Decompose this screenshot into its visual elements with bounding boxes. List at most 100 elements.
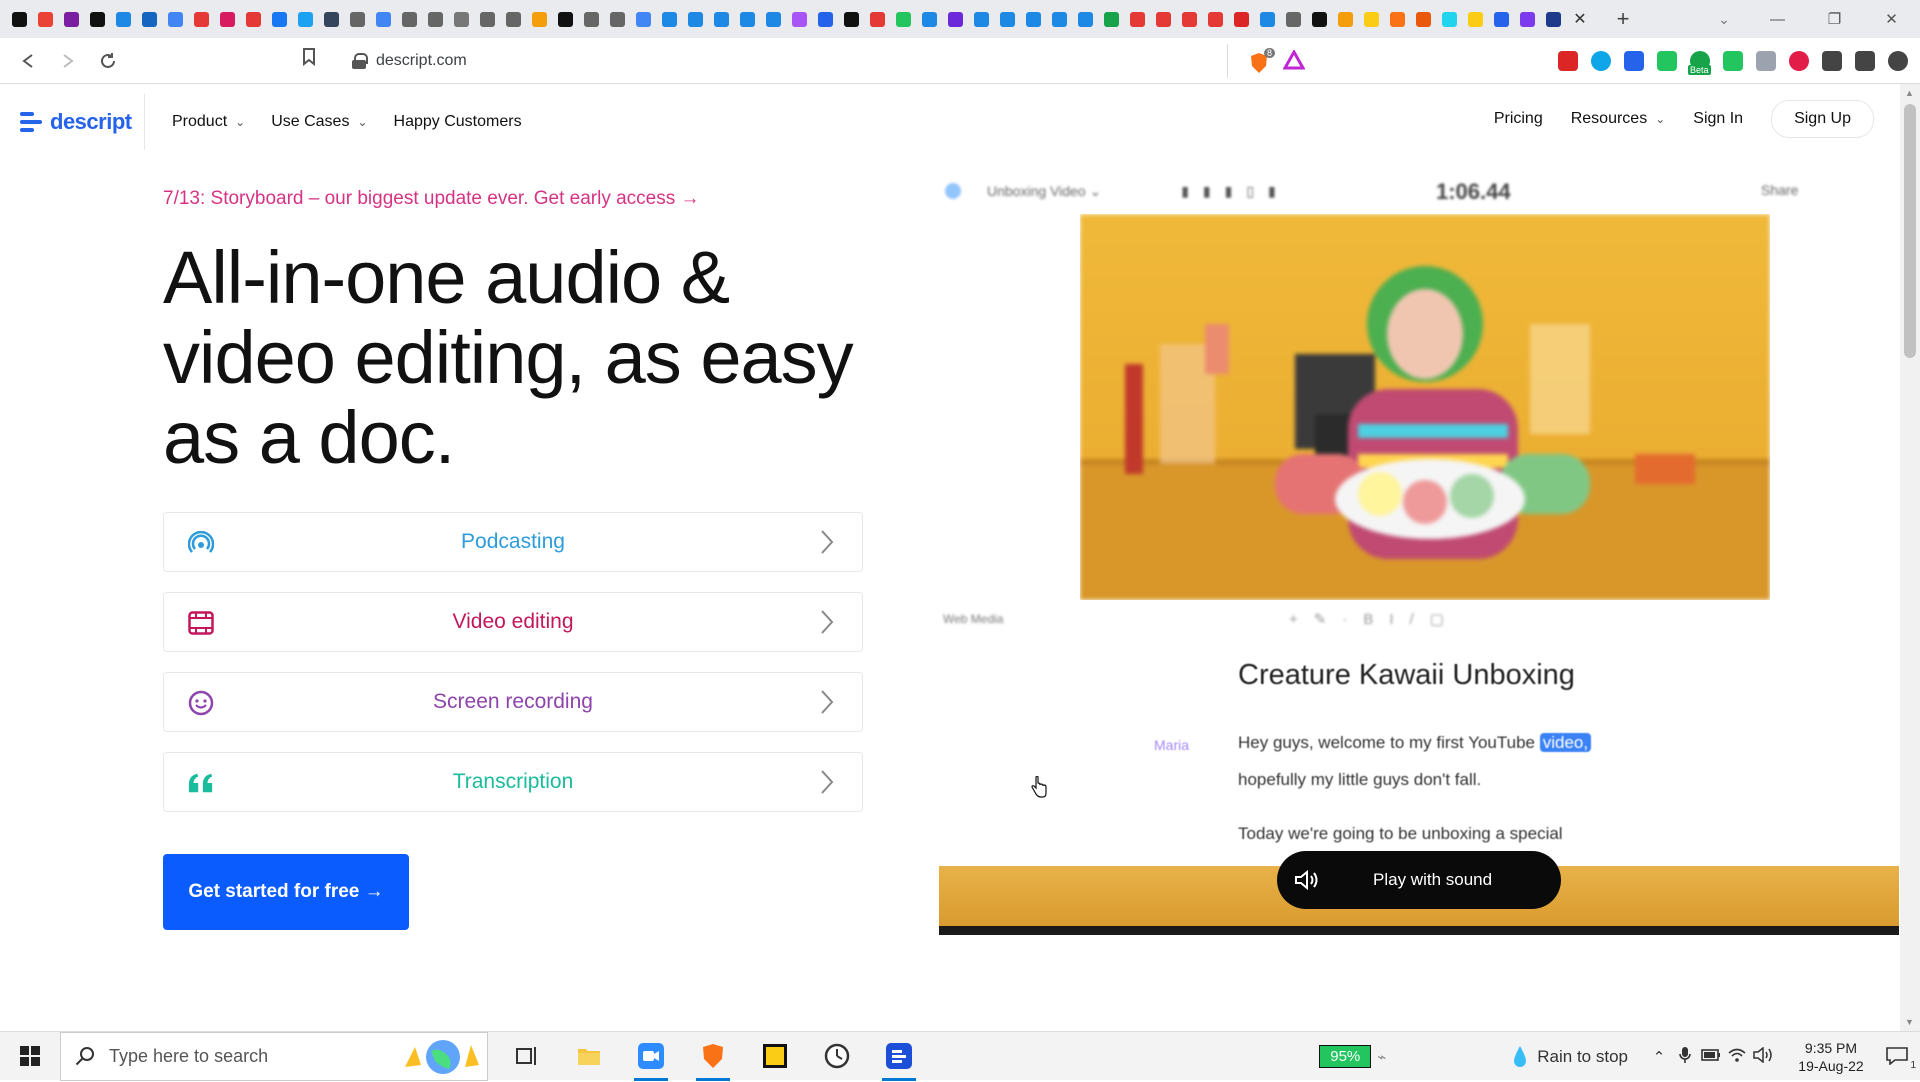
pinned-tab[interactable]: [1282, 6, 1305, 32]
pinned-tab[interactable]: [1360, 6, 1383, 32]
minimize-button[interactable]: —: [1749, 0, 1806, 38]
pinned-tab[interactable]: [450, 6, 473, 32]
pinned-tab[interactable]: [1074, 6, 1097, 32]
use-case-podcasting[interactable]: Podcasting: [163, 512, 863, 572]
use-case-screen-recording[interactable]: Screen recording: [163, 672, 863, 732]
pinned-tab[interactable]: [112, 6, 135, 32]
battery-indicator[interactable]: 95%: [1319, 1045, 1372, 1068]
pinned-tab[interactable]: [190, 6, 213, 32]
brave-shield-icon[interactable]: 8: [1249, 47, 1275, 74]
pinned-tab[interactable]: [866, 6, 889, 32]
battery-icon[interactable]: [1698, 1048, 1724, 1065]
pinned-tab[interactable]: [762, 6, 785, 32]
pinned-tab[interactable]: [1308, 6, 1331, 32]
pinned-tab[interactable]: [606, 6, 629, 32]
notifications-button[interactable]: 1: [1876, 1032, 1920, 1081]
new-tab-button[interactable]: +: [1609, 5, 1637, 33]
editor-preview[interactable]: Unboxing Video ⌄ ▮▮▮▯▮ Share 1:06.44 Web…: [939, 178, 1899, 935]
pinned-tab[interactable]: [372, 6, 395, 32]
volume-icon[interactable]: [1750, 1045, 1776, 1067]
pinned-tab[interactable]: [996, 6, 1019, 32]
pinned-tab[interactable]: [840, 6, 863, 32]
pinned-tab[interactable]: [8, 6, 31, 32]
nav-resources[interactable]: Resources ⌄: [1571, 110, 1666, 128]
pinned-tab[interactable]: [1334, 6, 1357, 32]
back-button[interactable]: [8, 43, 48, 79]
scroll-thumb[interactable]: [1904, 104, 1916, 358]
pinned-tab[interactable]: [736, 6, 759, 32]
sticky-notes-button[interactable]: [744, 1032, 806, 1081]
taskbar-clock[interactable]: 9:35 PM 19-Aug-22: [1786, 1039, 1876, 1075]
reload-button[interactable]: [88, 43, 128, 79]
nav-product[interactable]: Product ⌄: [172, 113, 245, 131]
file-explorer-button[interactable]: [558, 1032, 620, 1081]
lock-icon[interactable]: [352, 53, 368, 69]
pinned-tab[interactable]: [1438, 6, 1461, 32]
pinned-tab[interactable]: [918, 6, 941, 32]
pinned-tab[interactable]: [554, 6, 577, 32]
close-window-button[interactable]: ✕: [1863, 0, 1920, 38]
scroll-up-icon[interactable]: ▲: [1905, 88, 1914, 98]
pinned-tab[interactable]: [476, 6, 499, 32]
pinned-tab[interactable]: [944, 6, 967, 32]
clock-app-button[interactable]: [806, 1032, 868, 1081]
pinned-tab[interactable]: [892, 6, 915, 32]
pinned-tab[interactable]: [1230, 6, 1253, 32]
pinned-tab[interactable]: [1100, 6, 1123, 32]
extension-icon[interactable]: [1558, 51, 1578, 71]
pinned-tab[interactable]: [814, 6, 837, 32]
pinned-tab[interactable]: [1204, 6, 1227, 32]
extension-icon[interactable]: [1624, 51, 1644, 71]
wifi-icon[interactable]: [1724, 1047, 1750, 1067]
brave-browser-button[interactable]: [682, 1032, 744, 1081]
restore-button[interactable]: ❐: [1806, 0, 1863, 38]
pinned-tab[interactable]: [1022, 6, 1045, 32]
extension-icon[interactable]: [1756, 51, 1776, 71]
pinned-tab[interactable]: [294, 6, 317, 32]
url-text[interactable]: descript.com: [376, 52, 467, 70]
pinned-tab[interactable]: [580, 6, 603, 32]
pinned-tab[interactable]: [86, 6, 109, 32]
microphone-icon[interactable]: [1672, 1046, 1698, 1068]
close-tab-button[interactable]: ✕: [1568, 6, 1592, 32]
brave-rewards-icon[interactable]: [1282, 48, 1306, 75]
pinned-tab[interactable]: [1464, 6, 1487, 32]
task-view-button[interactable]: [496, 1032, 558, 1081]
pinned-tab[interactable]: [1178, 6, 1201, 32]
show-hidden-icons-button[interactable]: ⌃: [1646, 1048, 1672, 1066]
pinned-tab[interactable]: [1048, 6, 1071, 32]
pinned-tab[interactable]: [1152, 6, 1175, 32]
pinned-tab[interactable]: [398, 6, 421, 32]
pinned-tab[interactable]: [632, 6, 655, 32]
nav-use-cases[interactable]: Use Cases ⌄: [271, 113, 367, 131]
start-button[interactable]: [0, 1032, 60, 1081]
extension-icon[interactable]: [1789, 51, 1809, 71]
pinned-tab[interactable]: [60, 6, 83, 32]
pinned-tab[interactable]: [34, 6, 57, 32]
nav-pricing[interactable]: Pricing: [1494, 110, 1543, 128]
page-scrollbar[interactable]: ▲ ▼: [1900, 84, 1920, 1031]
pinned-tab[interactable]: [164, 6, 187, 32]
announcement-link[interactable]: 7/13: Storyboard – our biggest update ev…: [163, 188, 700, 210]
play-with-sound-button[interactable]: Play with sound: [1277, 851, 1561, 909]
descript-logo[interactable]: descript: [0, 94, 145, 150]
extension-icon[interactable]: [1591, 51, 1611, 71]
pinned-tab[interactable]: [1490, 6, 1513, 32]
extension-icon[interactable]: [1855, 51, 1875, 71]
pinned-tab[interactable]: [242, 6, 265, 32]
address-bar[interactable]: descript.com 8: [344, 44, 1354, 78]
pinned-tab[interactable]: [788, 6, 811, 32]
pinned-tab[interactable]: [268, 6, 291, 32]
extension-icon[interactable]: [1888, 51, 1908, 71]
pinned-tab[interactable]: [138, 6, 161, 32]
pinned-tab[interactable]: [502, 6, 525, 32]
pinned-tab[interactable]: [710, 6, 733, 32]
nav-happy-customers[interactable]: Happy Customers: [394, 113, 522, 131]
forward-button[interactable]: [48, 43, 88, 79]
extension-icon[interactable]: Beta: [1688, 51, 1711, 75]
descript-app-button[interactable]: [868, 1032, 930, 1081]
weather-widget[interactable]: Rain to stop: [1513, 1045, 1628, 1069]
pinned-tab[interactable]: [424, 6, 447, 32]
extension-icon[interactable]: [1822, 51, 1842, 71]
pinned-tab[interactable]: [1256, 6, 1279, 32]
